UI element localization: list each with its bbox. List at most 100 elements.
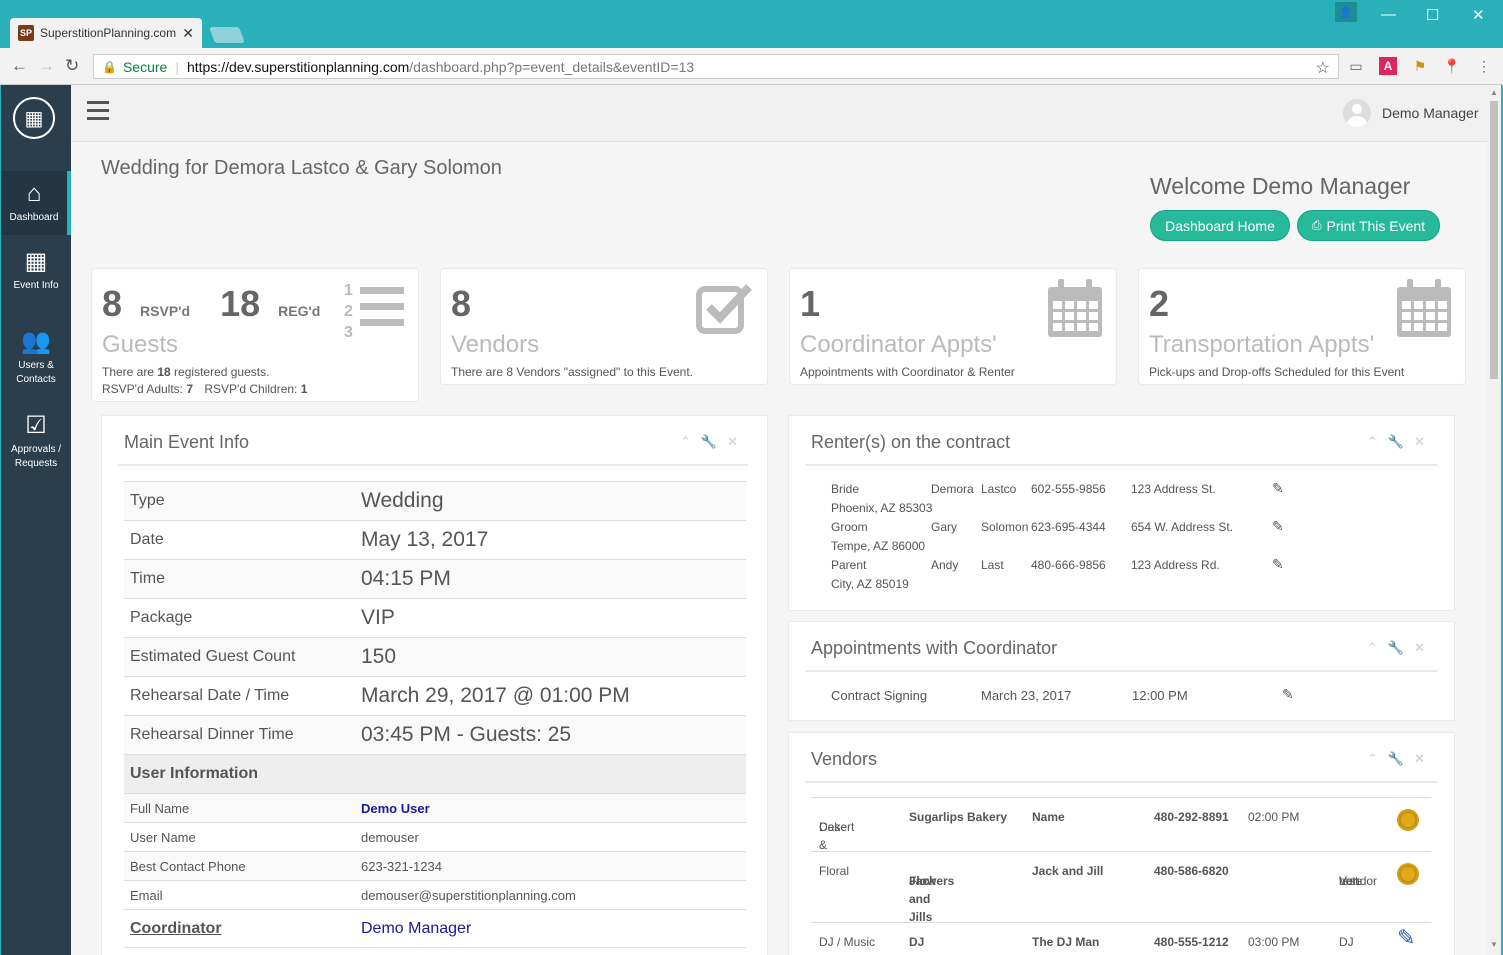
renters-panel: Renter(s) on the contract ⌃🔧✕ Bride Demo… xyxy=(788,415,1455,611)
user-info-header: User Information xyxy=(124,754,746,793)
new-tab-button[interactable] xyxy=(209,27,245,43)
event-row-date: Date May 13, 2017 xyxy=(124,520,746,559)
browser-menu-icon[interactable]: ⋮ xyxy=(1475,57,1493,75)
close-icon[interactable]: ✕ xyxy=(1414,751,1435,766)
sidebar-item-dashboard[interactable]: ⌂ Dashboard xyxy=(1,171,71,235)
bookmark-star-icon[interactable]: ☆ xyxy=(1316,58,1330,78)
transport-label: Transportation Appts' xyxy=(1149,331,1375,358)
wrench-icon[interactable]: 🔧 xyxy=(1388,434,1414,449)
sidebar-item-event-info[interactable]: ▦ Event Info xyxy=(1,247,71,293)
user-row-email: Email demouser@superstitionplanning.com xyxy=(124,880,746,909)
coordinator-appts-tile: 1 Coordinator Appts' Appointments with C… xyxy=(789,268,1117,385)
close-icon[interactable]: ✕ xyxy=(1414,434,1435,449)
event-row-type: Type Wedding xyxy=(124,481,746,520)
panel-title: Vendors xyxy=(811,749,878,769)
profile-icon[interactable]: 👤 xyxy=(1335,2,1357,22)
event-row-package: Package VIP xyxy=(124,598,746,637)
vendors-tile: 8 Vendors There are 8 Vendors "assigned"… xyxy=(440,268,768,385)
back-icon[interactable]: ← xyxy=(11,56,28,76)
close-icon[interactable]: ✕ xyxy=(1414,640,1435,655)
reload-icon[interactable]: ↻ xyxy=(65,56,79,76)
coordinator-label: Coordinator Appts' xyxy=(800,331,997,358)
print-icon: ⎙ xyxy=(1311,218,1322,232)
hamburger-menu-icon[interactable] xyxy=(87,101,109,125)
collapse-icon[interactable]: ⌃ xyxy=(1367,751,1388,766)
coordinator-count: 1 xyxy=(800,283,821,324)
page-scrollbar[interactable]: ▲ ▼ xyxy=(1487,85,1501,955)
url-host: https://dev.superstitionplanning.com xyxy=(186,58,410,75)
close-tab-icon[interactable]: ✕ xyxy=(182,25,194,42)
collapse-icon[interactable]: ⌃ xyxy=(1367,434,1388,449)
browser-tab[interactable]: SP SuperstitionPlanning.com ✕ xyxy=(10,18,202,48)
wrench-icon[interactable]: 🔧 xyxy=(701,434,727,449)
favicon: SP xyxy=(18,25,34,41)
close-icon[interactable]: ✕ xyxy=(727,434,748,449)
sidebar-item-approvals-requests[interactable]: ☑ Approvals / Requests xyxy=(1,411,71,471)
coordinator-row: Coordinator Demo Manager xyxy=(124,909,746,948)
transport-description: Pick-ups and Drop-offs Scheduled for thi… xyxy=(1149,365,1405,379)
close-window-icon[interactable]: ✕ xyxy=(1472,6,1485,24)
print-event-button[interactable]: ⎙ Print This Event xyxy=(1297,210,1440,241)
calendar-icon xyxy=(1048,279,1102,337)
event-row-rehearsal-dinner: Rehearsal Dinner Time 03:45 PM - Guests:… xyxy=(124,715,746,754)
maximize-icon[interactable]: ☐ xyxy=(1426,6,1439,24)
dashboard-home-button[interactable]: Dashboard Home xyxy=(1150,210,1290,241)
cast-icon[interactable]: ▭ xyxy=(1347,57,1365,75)
scroll-down-icon[interactable]: ▼ xyxy=(1490,940,1498,949)
main-event-panel: Main Event Info ⌃🔧✕ Type Wedding Date Ma… xyxy=(101,415,768,955)
calendar-icon: ▦ xyxy=(24,248,48,275)
forward-icon[interactable]: → xyxy=(38,56,55,76)
rsvp-count: 8 xyxy=(102,283,123,324)
vendors-panel: Vendors ⌃🔧✕ Cake & Desert Sugarlips Baker… xyxy=(788,732,1455,955)
event-row-rehearsal-date: Rehearsal Date / Time March 29, 2017 @ 0… xyxy=(124,676,746,715)
user-row-username: User Name demouser xyxy=(124,822,746,851)
coordinator-link[interactable]: Coordinator xyxy=(124,920,361,938)
edit-icon[interactable]: ✎ xyxy=(1397,927,1415,949)
calendar-icon xyxy=(1397,279,1451,337)
sidebar-item-users-contacts[interactable]: 👥 Users & Contacts xyxy=(1,327,71,387)
extension-a-icon[interactable]: A xyxy=(1379,57,1397,75)
reg-count: 18 xyxy=(220,283,261,324)
welcome-heading: Welcome Demo Manager xyxy=(1150,173,1411,199)
users-icon: 👥 xyxy=(21,328,51,355)
extension-flag-icon[interactable]: ⚑ xyxy=(1411,57,1429,75)
event-row-guest-count: Estimated Guest Count 150 xyxy=(124,637,746,676)
checkbox-checked-icon xyxy=(696,284,752,334)
wrench-icon[interactable]: 🔧 xyxy=(1388,751,1414,766)
user-menu[interactable]: Demo Manager xyxy=(1382,105,1479,121)
vendor-row: DJ / Music DJ The DJ Man 480-555-1212 03… xyxy=(811,922,1431,955)
user-row-phone: Best Contact Phone 623-321-1234 xyxy=(124,851,746,880)
scrollbar-thumb[interactable] xyxy=(1490,101,1498,379)
minimize-icon[interactable]: — xyxy=(1381,6,1396,23)
rsvp-label: RSVP'd xyxy=(140,303,191,319)
lock-icon: 🔒 xyxy=(102,59,117,74)
extension-pin-icon[interactable]: 📍 xyxy=(1443,57,1461,75)
collapse-icon[interactable]: ⌃ xyxy=(1367,640,1388,655)
reg-label: REG'd xyxy=(278,303,321,319)
vendor-row: Floral Jack and Jills Flowers Jack and Ji… xyxy=(811,851,1431,924)
approval-badge-icon[interactable] xyxy=(1397,863,1419,885)
panel-title: Appointments with Coordinator xyxy=(811,638,1058,658)
vendors-label: Vendors xyxy=(451,331,540,358)
avatar[interactable] xyxy=(1343,99,1371,127)
collapse-icon[interactable]: ⌃ xyxy=(680,434,701,449)
edit-icon[interactable]: ✎ xyxy=(1272,480,1284,497)
guests-label: Guests xyxy=(102,331,179,358)
edit-icon[interactable]: ✎ xyxy=(1272,556,1284,573)
panel-title: Renter(s) on the contract xyxy=(811,432,1011,452)
vendors-count: 8 xyxy=(451,283,472,324)
user-row-full-name: Full Name Demo User xyxy=(124,793,746,822)
vendor-row: Cake & Desert Sugarlips Bakery Name 480-2… xyxy=(811,797,1431,852)
wrench-icon[interactable]: 🔧 xyxy=(1388,640,1414,655)
numbered-list-icon: 1 2 3 xyxy=(344,282,404,341)
address-bar[interactable]: 🔒 Secure | https://dev.superstitionplann… xyxy=(93,54,1339,79)
edit-icon[interactable]: ✎ xyxy=(1272,518,1284,535)
guests-description: There are 18 registered guests. RSVP'd A… xyxy=(102,365,308,396)
edit-icon[interactable]: ✎ xyxy=(1282,686,1294,703)
approval-badge-icon[interactable] xyxy=(1397,809,1419,831)
guests-tile: 8 RSVP'd 18 REG'd Guests There are 18 re… xyxy=(91,268,419,402)
scroll-up-icon[interactable]: ▲ xyxy=(1490,88,1498,97)
calendar-logo-icon[interactable]: ▦ xyxy=(13,97,55,139)
vendors-description: There are 8 Vendors "assigned" to this E… xyxy=(451,365,693,379)
sidebar: ▦ ⌂ Dashboard ▦ Event Info 👥 Users & Con… xyxy=(1,85,71,955)
